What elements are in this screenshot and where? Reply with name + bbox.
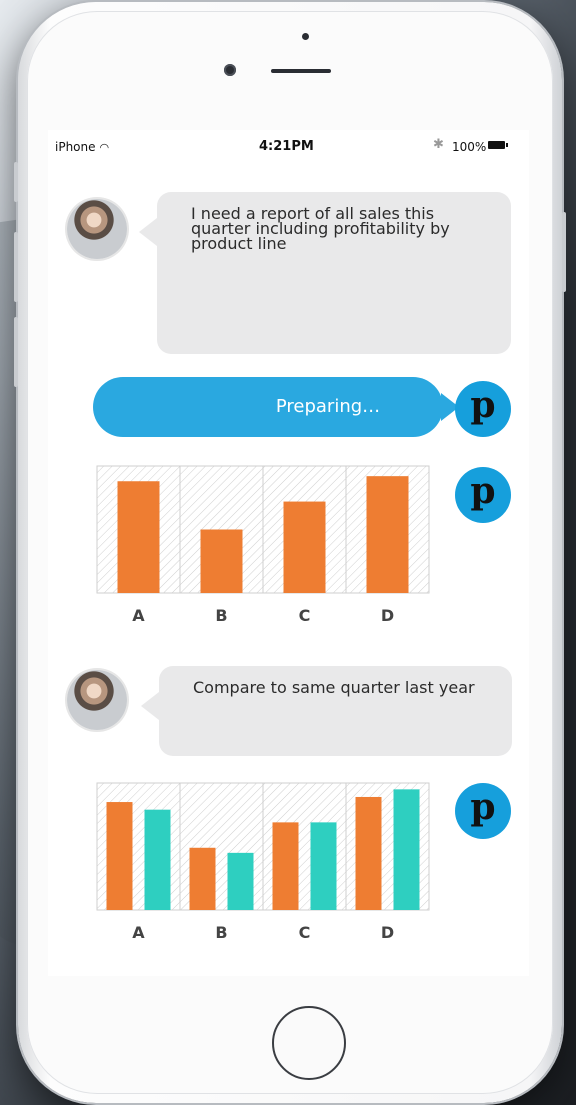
sales-chart-svg: A B C D: [96, 465, 430, 625]
bar-d-series-2: [393, 789, 420, 910]
user-message-text: I need a report of all sales this quarte…: [191, 204, 450, 253]
bar-c-series-2: [310, 822, 337, 910]
category-label-d: D: [381, 923, 394, 942]
chat-screen: iPhone ◠ 4:21PM ✱ 100% I need a report of…: [48, 130, 529, 976]
bar-d-series-1: [355, 796, 382, 910]
bar-a-series-2: [144, 809, 171, 910]
bot-reply-text: Preparing…: [275, 396, 381, 417]
bot-avatar: p: [455, 381, 511, 437]
bar-b-series-1: [189, 847, 216, 910]
category-label-c: C: [299, 606, 311, 625]
category-label-a: A: [132, 923, 145, 942]
user-avatar: [67, 670, 127, 730]
category-label-c: C: [299, 923, 311, 942]
bar-a-series-1: [117, 481, 160, 593]
bar-c-series-1: [283, 501, 326, 593]
user-avatar: [67, 199, 127, 259]
front-camera: [224, 64, 236, 76]
clock: 4:21PM: [259, 139, 314, 154]
bar-b-series-1: [200, 529, 243, 593]
bar-b-series-2: [227, 852, 254, 910]
battery-icon: [488, 141, 508, 149]
bot-avatar: p: [455, 467, 511, 523]
bar-c-series-1: [272, 822, 299, 910]
battery-percent: 100%: [452, 140, 487, 154]
bot-avatar: p: [455, 783, 511, 839]
proximity-sensor: [302, 33, 309, 40]
home-button[interactable]: [272, 1006, 346, 1080]
bluetooth-icon: ✱: [433, 137, 444, 152]
comparison-chart-svg: A B C D: [96, 782, 430, 942]
comparison-chart: A B C D: [96, 782, 434, 952]
volume-up-button: [14, 232, 18, 302]
bar-a-series-1: [106, 802, 133, 910]
mute-switch: [14, 162, 18, 202]
bar-d-series-1: [366, 476, 409, 593]
power-button: [562, 212, 566, 292]
sales-chart: A B C D: [96, 465, 434, 635]
bot-reply-bubble: Preparing…: [93, 377, 459, 437]
volume-down-button: [14, 317, 18, 387]
user-message-bubble: Compare to same quarter last year: [141, 666, 512, 756]
category-label-b: B: [215, 923, 227, 942]
earpiece-speaker: [271, 69, 331, 73]
carrier-label: iPhone ◠: [55, 140, 110, 154]
status-bar: iPhone ◠ 4:21PM ✱ 100%: [48, 130, 529, 162]
category-label-d: D: [381, 606, 394, 625]
wifi-icon: ◠: [99, 141, 110, 154]
category-label-a: A: [132, 606, 145, 625]
user-message-bubble: I need a report of all sales this quarte…: [139, 192, 511, 354]
category-label-b: B: [215, 606, 227, 625]
user-message-text: Compare to same quarter last year: [193, 678, 475, 697]
